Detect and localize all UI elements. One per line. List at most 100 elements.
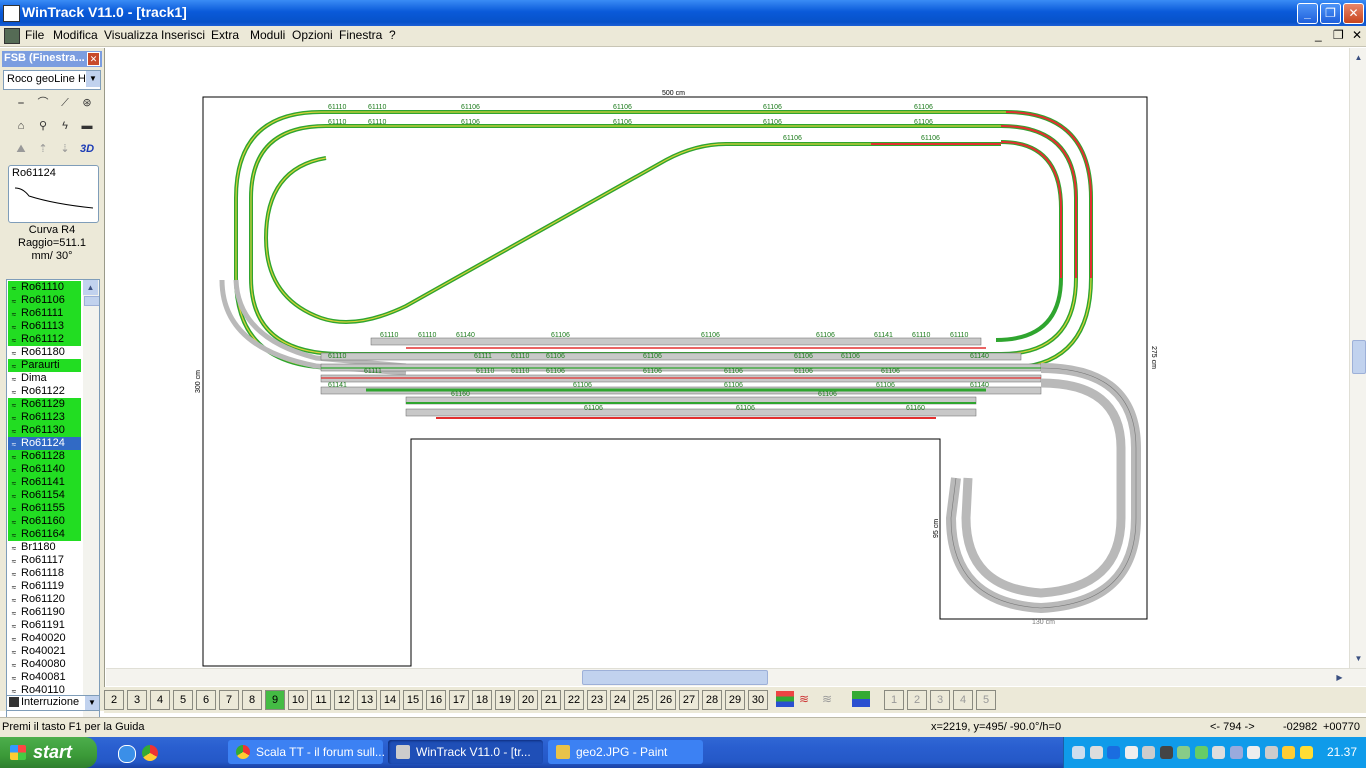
start-button[interactable]: start [0, 737, 97, 768]
layers-icon[interactable] [776, 691, 794, 707]
parts-list-item[interactable]: ≈ Ro61111 [8, 307, 81, 320]
display-icon[interactable] [1142, 746, 1155, 759]
battery-icon[interactable] [1194, 746, 1208, 759]
layer-button[interactable]: 4 [953, 690, 973, 710]
parts-list-item[interactable]: ≈ Ro61123 [8, 411, 81, 424]
parts-list-item[interactable]: ≈ Ro61155 [8, 502, 81, 515]
page-tab[interactable]: 9 [265, 690, 285, 710]
search-icon[interactable] [1124, 746, 1138, 759]
ie-quicklaunch-icon[interactable] [118, 745, 136, 763]
parts-list-item[interactable]: ≈ Ro40081 [8, 671, 81, 684]
document-icon[interactable] [4, 28, 20, 44]
mdi-close-button[interactable]: ✕ [1352, 28, 1362, 42]
menu-help[interactable]: ? [389, 28, 396, 42]
usb-icon[interactable] [1177, 746, 1190, 759]
page-tab[interactable]: 30 [748, 690, 768, 710]
volume-icon[interactable] [1089, 746, 1103, 759]
page-tab[interactable]: 2 [104, 690, 124, 710]
menu-extra[interactable]: Extra [211, 28, 239, 42]
library-select[interactable]: Roco geoLine H ▼ [3, 70, 101, 90]
building-tool-icon[interactable]: ⌂ [12, 117, 30, 135]
monitor-icon[interactable] [1159, 746, 1173, 759]
page-tab[interactable]: 21 [541, 690, 561, 710]
menu-moduli[interactable]: Moduli [250, 28, 285, 42]
page-tab[interactable]: 6 [196, 690, 216, 710]
layer-button[interactable]: 5 [976, 690, 996, 710]
mode-chevron-down-icon[interactable]: ▼ [85, 696, 99, 710]
flex-track-tool-icon[interactable]: ⟋ [56, 94, 74, 112]
page-tab[interactable]: 7 [219, 690, 239, 710]
parts-list-item[interactable]: ≈ Ro61120 [8, 593, 81, 606]
parts-list-item[interactable]: ≈ Ro61191 [8, 619, 81, 632]
page-tab[interactable]: 27 [679, 690, 699, 710]
page-tab[interactable]: 24 [610, 690, 630, 710]
warning-icon[interactable] [1282, 746, 1295, 759]
parts-list-item[interactable]: ≈ Paraurti [8, 359, 81, 372]
parts-list-item[interactable]: ≈ Ro61122 [8, 385, 81, 398]
fsb-title-bar[interactable]: FSB (Finestra... ✕ [2, 51, 102, 67]
page-tab[interactable]: 26 [656, 690, 676, 710]
page-tab[interactable]: 22 [564, 690, 584, 710]
chrome-quicklaunch-icon[interactable] [142, 745, 158, 761]
signal-tool-icon[interactable]: ⚲ [34, 117, 52, 135]
lower-tool-icon[interactable]: ⇣ [56, 140, 74, 158]
parts-list-item[interactable]: ≈ Ro61110 [8, 281, 81, 294]
parts-list-item[interactable]: ≈ Br1180 [8, 541, 81, 554]
page-tab[interactable]: 11 [311, 690, 331, 710]
bluetooth-icon[interactable] [1107, 746, 1120, 759]
parts-list-item[interactable]: ≈ Ro61140 [8, 463, 81, 476]
layer-button[interactable]: 1 [884, 690, 904, 710]
parts-list-item[interactable]: ≈ Ro61154 [8, 489, 81, 502]
parts-list-item[interactable]: ≈ Ro61190 [8, 606, 81, 619]
page-tab[interactable]: 13 [357, 690, 377, 710]
update-icon[interactable] [1247, 746, 1260, 759]
parts-list-item[interactable]: ≈ Ro61128 [8, 450, 81, 463]
page-tab[interactable]: 4 [150, 690, 170, 710]
layer-button[interactable]: 3 [930, 690, 950, 710]
page-tab[interactable]: 8 [242, 690, 262, 710]
vertical-scroll-thumb[interactable] [1352, 340, 1366, 374]
straight-track-tool-icon[interactable]: ⎯ [12, 94, 30, 112]
page-tab[interactable]: 18 [472, 690, 492, 710]
wintrack-app-icon[interactable] [3, 5, 20, 22]
parts-list-scrollbar[interactable]: ▲ [83, 280, 99, 756]
parts-list-item[interactable]: ≈ Ro61129 [8, 398, 81, 411]
minimize-button[interactable]: _ [1297, 3, 1318, 24]
mode-select[interactable]: Interruzione ▼ [6, 695, 100, 711]
page-tab[interactable]: 20 [518, 690, 538, 710]
parts-list-item[interactable]: ≈ Ro61112 [8, 333, 81, 346]
menu-file[interactable]: File [25, 28, 44, 42]
parts-list-item[interactable]: ≈ Ro61119 [8, 580, 81, 593]
chevron-down-icon[interactable]: ▼ [86, 71, 100, 87]
catenary-tool-icon[interactable]: ϟ [56, 117, 74, 135]
parts-list-item[interactable]: ≈ Ro61124 [8, 437, 81, 450]
page-tab[interactable]: 23 [587, 690, 607, 710]
scroll-up-icon[interactable]: ▲ [1351, 50, 1366, 65]
maximize-button[interactable]: ❐ [1320, 3, 1341, 24]
mdi-restore-button[interactable]: ❐ [1333, 28, 1344, 42]
curve-track-tool-icon[interactable]: ⌒ [34, 94, 52, 112]
page-tab[interactable]: 28 [702, 690, 722, 710]
parts-list-scroll-thumb[interactable] [84, 296, 99, 306]
turntable-tool-icon[interactable]: ⊛ [78, 94, 96, 112]
raise-tool-icon[interactable]: ⇡ [34, 140, 52, 158]
scroll-right-icon[interactable]: ▶ [1332, 670, 1347, 685]
close-button[interactable]: ✕ [1343, 3, 1364, 24]
task-wintrack[interactable]: WinTrack V11.0 - [tr... [388, 740, 543, 764]
page-tab[interactable]: 29 [725, 690, 745, 710]
page-tab[interactable]: 10 [288, 690, 308, 710]
canvas-horizontal-scrollbar[interactable]: ▶ [106, 668, 1366, 686]
page-tab[interactable]: 25 [633, 690, 653, 710]
layer-red-icon[interactable]: ≋ [799, 692, 817, 706]
layer-button[interactable]: 2 [907, 690, 927, 710]
menu-modifica[interactable]: Modifica [53, 28, 98, 42]
3d-view-button[interactable]: 3D [78, 140, 96, 158]
parts-list-item[interactable]: ≈ Ro61180 [8, 346, 81, 359]
parts-list-item[interactable]: ≈ Ro61118 [8, 567, 81, 580]
page-tab[interactable]: 15 [403, 690, 423, 710]
task-chrome-forum[interactable]: Scala TT - il forum sull... [228, 740, 385, 764]
shield-icon[interactable] [1229, 746, 1243, 759]
phone-icon[interactable] [1264, 746, 1278, 759]
parts-list-item[interactable]: ≈ Ro61141 [8, 476, 81, 489]
menu-inserisci[interactable]: Inserisci [161, 28, 205, 42]
